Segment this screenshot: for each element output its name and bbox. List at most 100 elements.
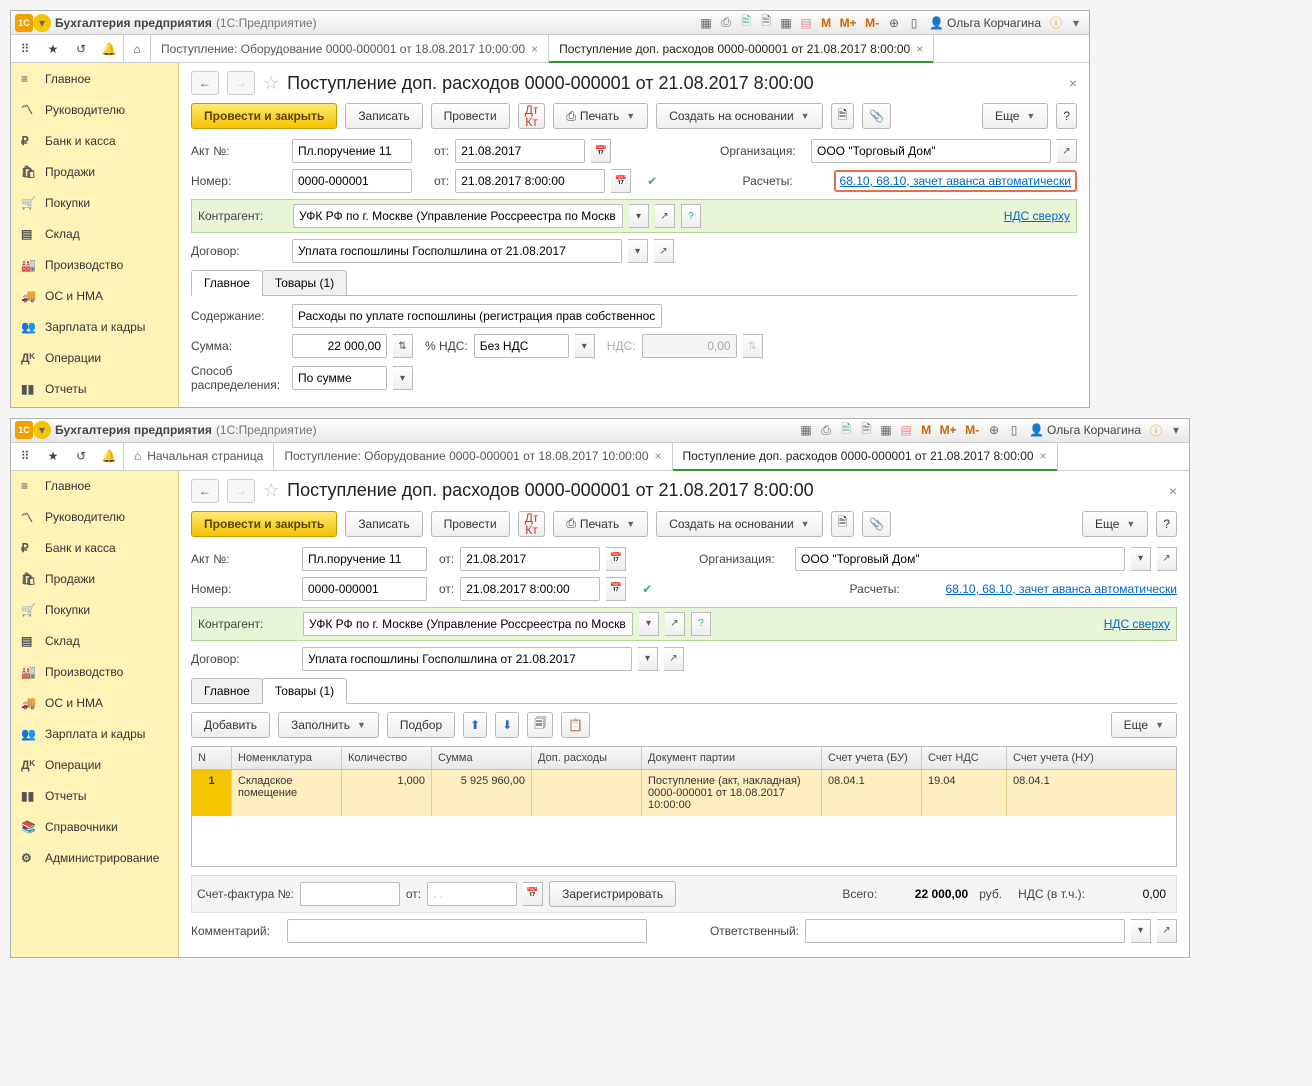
col-n[interactable]: N [192, 747, 232, 769]
calendar-icon[interactable]: 📅 [591, 139, 611, 163]
act-date-input[interactable]: 21.08.2017 [460, 547, 600, 571]
check-icon[interactable]: ✔ [643, 172, 661, 190]
close-page-icon[interactable]: × [1169, 483, 1177, 499]
apps-icon[interactable]: ⠿ [11, 442, 39, 470]
doc-button[interactable]: 🗎 [831, 511, 855, 537]
user-menu[interactable]: 👤Ольга Корчагина [925, 16, 1045, 30]
nav-reports[interactable]: ▮▮Отчеты [11, 781, 178, 812]
star-icon[interactable]: ★ [39, 35, 67, 63]
nav-salary[interactable]: 👥Зарплата и кадры [11, 719, 178, 750]
col-nu[interactable]: Счет учета (НУ) [1007, 747, 1107, 769]
nav-os[interactable]: 🚚ОС и НМА [11, 688, 178, 719]
calendar-icon[interactable]: 📅 [611, 169, 631, 193]
nav-refs[interactable]: 📚Справочники [11, 812, 178, 843]
favorite-icon[interactable]: ☆ [263, 480, 279, 501]
m-icon[interactable]: M [817, 14, 835, 32]
m-icon[interactable]: M [917, 421, 935, 439]
star-icon[interactable]: ★ [39, 442, 67, 470]
contract-input[interactable]: Уплата госпошлины Госполшлина от 21.08.2… [302, 647, 632, 671]
print-button[interactable]: ⎙Печать▼ [553, 103, 648, 129]
attach-button[interactable]: 📎 [862, 511, 891, 537]
calendar-icon[interactable]: ▦ [777, 14, 795, 32]
help-icon[interactable]: ? [681, 204, 701, 228]
more-button[interactable]: Еще▼ [982, 103, 1048, 129]
dropdown-icon[interactable]: ▾ [575, 334, 595, 358]
calc-link[interactable]: 68.10, 68.10, зачет аванса автоматически [834, 170, 1077, 192]
open-icon[interactable]: ↗ [1157, 547, 1177, 571]
open-icon[interactable]: ↗ [1057, 139, 1077, 163]
help-button[interactable]: ? [1056, 103, 1077, 129]
doc-button[interactable]: 🗎 [831, 103, 855, 129]
nav-bank[interactable]: ₽Банк и касса [11, 125, 178, 156]
save-button[interactable]: Записать [345, 103, 422, 129]
tab-receipt-expenses[interactable]: Поступление доп. расходов 0000-000001 от… [549, 35, 934, 62]
grid-icon[interactable]: ▦ [697, 14, 715, 32]
col-doc[interactable]: Документ партии [642, 747, 822, 769]
nav-main[interactable]: ≡Главное [11, 63, 178, 94]
forward-button[interactable]: → [227, 479, 255, 503]
post-button[interactable]: Провести [431, 103, 510, 129]
close-icon[interactable]: × [1040, 449, 1047, 463]
nav-sales[interactable]: 🛍Продажи [11, 564, 178, 595]
org-input[interactable]: ООО "Торговый Дом" [795, 547, 1125, 571]
close-icon[interactable]: × [655, 449, 662, 463]
history-icon[interactable]: ↺ [67, 35, 95, 63]
doc-icon[interactable]: 🗎 [837, 421, 855, 439]
calendar-icon[interactable]: 📅 [606, 577, 626, 601]
content-input[interactable]: Расходы по уплате госпошлины (регистраци… [292, 304, 662, 328]
grid-icon[interactable]: ▦ [797, 421, 815, 439]
nav-manager[interactable]: 〽Руководителю [11, 502, 178, 533]
mplus-icon[interactable]: M+ [937, 421, 959, 439]
nav-stock[interactable]: ▤Склад [11, 626, 178, 657]
dropdown-icon[interactable]: ▾ [629, 204, 649, 228]
nav-reports[interactable]: ▮▮Отчеты [11, 373, 178, 404]
act-input[interactable]: Пл.поручение 11 [302, 547, 427, 571]
table-icon[interactable]: ▤ [897, 421, 915, 439]
tab-goods[interactable]: Товары (1) [262, 270, 347, 296]
more-button[interactable]: Еще▼ [1111, 712, 1177, 738]
close-icon[interactable]: × [916, 42, 923, 56]
tab-receipt-expenses[interactable]: Поступление доп. расходов 0000-000001 от… [673, 443, 1058, 470]
open-icon[interactable]: ↗ [664, 647, 684, 671]
dropdown-icon[interactable]: ▾ [638, 647, 658, 671]
doc2-icon[interactable]: 🗎 [757, 14, 775, 32]
info-icon[interactable]: ⓘ [1147, 421, 1165, 439]
more-button[interactable]: Еще▼ [1082, 511, 1148, 537]
calendar-icon[interactable]: 📅 [606, 547, 626, 571]
nav-main[interactable]: ≡Главное [11, 471, 178, 502]
nav-purchases[interactable]: 🛒Покупки [11, 187, 178, 218]
check-icon[interactable]: ✔ [638, 580, 656, 598]
open-icon[interactable]: ↗ [1157, 919, 1177, 943]
nav-ops[interactable]: ДᴷОперации [11, 342, 178, 373]
fill-button[interactable]: Заполнить▼ [278, 712, 379, 738]
calendar-icon[interactable]: 📅 [523, 882, 543, 906]
vatpct-input[interactable]: Без НДС [474, 334, 569, 358]
invoice-input[interactable] [300, 882, 400, 906]
register-button[interactable]: Зарегистрировать [549, 881, 676, 907]
number-input[interactable]: 0000-000001 [292, 169, 412, 193]
dropdown-icon[interactable]: ▾ [1131, 547, 1151, 571]
invoice-date-input[interactable]: . . [427, 882, 517, 906]
nav-stock[interactable]: ▤Склад [11, 218, 178, 249]
chevron-down-icon[interactable]: ▾ [1167, 421, 1185, 439]
dropdown-icon[interactable]: ▾ [33, 14, 51, 32]
panel-icon[interactable]: ▯ [905, 14, 923, 32]
attach-button[interactable]: 📎 [862, 103, 891, 129]
col-extra[interactable]: Доп. расходы [532, 747, 642, 769]
create-on-button[interactable]: Создать на основании▼ [656, 511, 822, 537]
dropdown-icon[interactable]: ▾ [639, 612, 659, 636]
nav-purchases[interactable]: 🛒Покупки [11, 595, 178, 626]
doc2-icon[interactable]: 🗎 [857, 421, 875, 439]
bell-icon[interactable]: 🔔 [95, 442, 123, 470]
back-button[interactable]: ← [191, 479, 219, 503]
calendar-icon[interactable]: ▦ [877, 421, 895, 439]
up-button[interactable]: ⬆ [463, 712, 487, 738]
method-input[interactable]: По сумме [292, 366, 387, 390]
act-input[interactable]: Пл.поручение 11 [292, 139, 412, 163]
nav-admin[interactable]: ⚙Администрирование [11, 843, 178, 874]
table-icon[interactable]: ▤ [797, 14, 815, 32]
down-button[interactable]: ⬇ [495, 712, 519, 738]
col-nom[interactable]: Номенклатура [232, 747, 342, 769]
act-date-input[interactable]: 21.08.2017 [455, 139, 585, 163]
contragent-input[interactable]: УФК РФ по г. Москве (Управление Россреес… [293, 204, 623, 228]
